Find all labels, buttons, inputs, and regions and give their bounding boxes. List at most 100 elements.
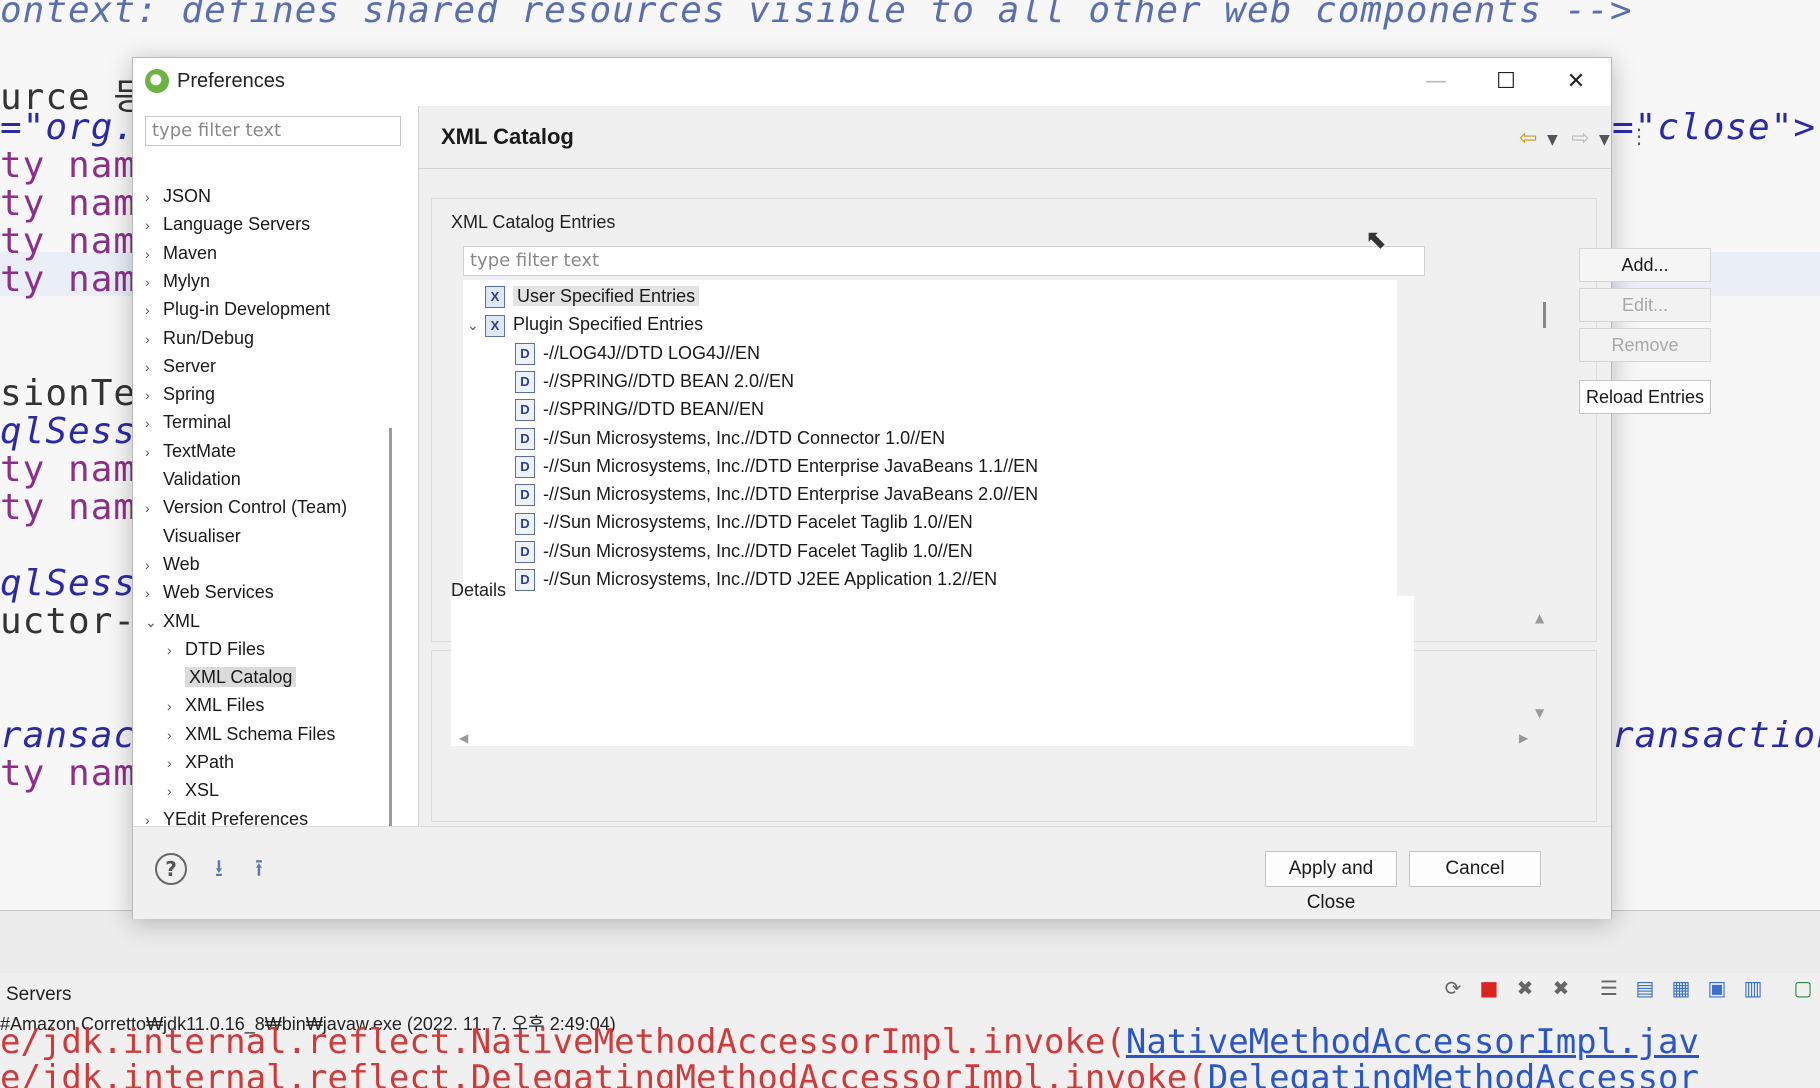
tree-item[interactable]: › TextMate [145,437,236,465]
chevron-down-icon[interactable]: ⌄ [467,311,485,339]
chevron-right-icon[interactable]: › [145,438,163,466]
tree-item[interactable]: Visualiser [145,522,241,550]
catalog-entry-row[interactable]: D -//Sun Microsystems, Inc.//DTD Enterpri… [515,452,1038,480]
close-button[interactable]: ✕ [1541,58,1611,106]
tree-item[interactable]: › XSL [167,776,219,804]
tree-item[interactable]: › XPath [167,748,234,776]
catalog-folder-icon: X [485,286,505,309]
chevron-right-icon[interactable]: › [145,381,163,409]
tree-item[interactable]: › Mylyn [145,267,210,295]
open-console-icon[interactable]: ▢ [1790,976,1816,1000]
chevron-right-icon[interactable]: › [145,211,163,239]
stop-icon[interactable]: ■ [1476,976,1502,1000]
remove-button[interactable]: Remove [1579,328,1711,362]
tree-item[interactable]: › Spring [145,380,215,408]
tree-item-label: Language Servers [163,214,311,235]
refresh-icon[interactable]: ⟳ [1440,976,1466,1000]
tree-item[interactable]: › Web [145,550,200,578]
tree-item[interactable]: › DTD Files [167,635,265,663]
tree-item[interactable]: › XML Files [167,691,264,719]
details-scroll-up-icon[interactable]: ▲ [1535,611,1544,625]
editor-line: ransac [0,715,137,756]
catalog-entry-row[interactable]: D -//Sun Microsystems, Inc.//DTD Connecto… [515,424,945,452]
catalog-entry-row[interactable]: ⌄ X Plugin Specified Entries [467,310,703,338]
export-preferences-icon[interactable]: ⭱ [243,855,275,881]
entries-scrollbar[interactable] [1543,302,1546,328]
catalog-entry-row[interactable]: D -//Sun Microsystems, Inc.//DTD Facelet … [515,537,973,565]
back-menu-chevron-icon[interactable]: ▼ [1547,132,1558,148]
details-text-area[interactable] [451,596,1414,746]
chevron-right-icon[interactable]: › [167,777,185,805]
back-arrow-icon[interactable]: ⇦ [1519,126,1537,151]
catalog-entry-row[interactable]: D -//LOG4J//DTD LOG4J//EN [515,339,760,367]
servers-tab[interactable]: Servers [6,984,71,1006]
tree-item[interactable]: › JSON [145,182,211,210]
catalog-entry-row[interactable]: D -//SPRING//DTD BEAN 2.0//EN [515,367,794,395]
chevron-down-icon[interactable]: ⌄ [145,608,163,636]
tree-item[interactable]: › Server [145,352,216,380]
clear-console-icon[interactable]: ☰ [1596,976,1622,1000]
chevron-right-icon[interactable]: › [145,494,163,522]
tree-item[interactable]: › Plug-in Development [145,295,330,323]
chevron-right-icon[interactable]: › [145,551,163,579]
tree-item[interactable]: › Language Servers [145,210,310,238]
tree-item[interactable]: › Maven [145,239,217,267]
apply-and-close-button[interactable]: Apply and Close [1265,851,1397,913]
chevron-right-icon[interactable]: › [145,579,163,607]
forward-arrow-icon[interactable]: ⇨ [1571,126,1589,151]
tree-item-label: Run/Debug [163,327,255,348]
chevron-right-icon[interactable]: › [145,353,163,381]
chevron-right-icon[interactable]: › [145,240,163,268]
tree-item[interactable]: › Version Control (Team) [145,493,347,521]
chevron-right-icon[interactable]: › [167,721,185,749]
tree-item[interactable]: › Web Services [145,578,274,606]
chevron-right-icon[interactable]: › [145,409,163,437]
maximize-button[interactable]: ☐ [1471,58,1541,106]
tree-item[interactable]: XML Catalog [167,663,297,691]
reload-entries-button[interactable]: Reload Entries [1579,380,1711,414]
stack-link[interactable]: DelegatingMethodAccessor [1208,1058,1699,1088]
stack-link[interactable]: NativeMethodAccessorImpl.jav [1126,1022,1699,1062]
details-scroll-left-icon[interactable]: ◀ [459,731,468,745]
tree-item[interactable]: › XML Schema Files [167,720,335,748]
word-wrap-icon[interactable]: ▦ [1668,976,1694,1000]
scroll-lock-icon[interactable]: ▤ [1632,976,1658,1000]
catalog-entry-row[interactable]: D -//Sun Microsystems, Inc.//DTD Enterpri… [515,480,1038,508]
view-menu-icon[interactable]: ⋮ [1629,124,1649,148]
tree-item[interactable]: ⌄ XML [145,607,200,635]
catalog-entry-row[interactable]: X User Specified Entries [467,282,700,310]
chevron-right-icon[interactable]: › [145,296,163,324]
pin-console-icon[interactable]: ▣ [1704,976,1730,1000]
chevron-right-icon[interactable]: › [167,749,185,777]
tree-item[interactable]: › Run/Debug [145,324,254,352]
tree-filter-input[interactable]: type filter text [145,116,401,146]
entries-filter-input[interactable]: type filter text [463,246,1425,276]
remove-all-icon[interactable]: ✖ [1548,976,1574,1000]
add-button[interactable]: Add... [1579,248,1711,282]
catalog-entry-row[interactable]: D -//Sun Microsystems, Inc.//DTD Facelet … [515,508,973,536]
minimize-button[interactable]: — [1401,58,1471,106]
import-preferences-icon[interactable]: ⭳ [203,855,235,881]
chevron-right-icon[interactable]: › [167,636,185,664]
details-scroll-down-icon[interactable]: ▼ [1535,706,1544,720]
catalog-entry-row[interactable]: D -//SPRING//DTD BEAN//EN [515,395,764,423]
cancel-button[interactable]: Cancel [1409,851,1541,887]
chevron-right-icon[interactable]: › [167,692,185,720]
chevron-right-icon[interactable]: › [145,325,163,353]
console-stack-line: e/jdk.internal.reflect.DelegatingMethodA… [0,1058,1699,1088]
editor-line: ="org. [0,107,137,148]
edit-button[interactable]: Edit... [1579,288,1711,322]
tree-item[interactable]: › Terminal [145,408,231,436]
remove-launch-icon[interactable]: ✖ [1512,976,1538,1000]
chevron-right-icon[interactable]: › [145,183,163,211]
tree-item[interactable]: Validation [145,465,241,493]
forward-menu-chevron-icon[interactable]: ▼ [1599,132,1610,148]
help-icon[interactable]: ? [155,853,187,885]
details-scroll-right-icon[interactable]: ▶ [1519,731,1528,745]
catalog-entry-row[interactable]: D -//Sun Microsystems, Inc.//DTD J2EE App… [515,565,997,593]
chevron-right-icon[interactable]: › [145,268,163,296]
dtd-file-icon: D [515,399,535,422]
tree-scrollbar[interactable] [389,428,392,858]
display-console-icon[interactable]: ▥ [1740,976,1766,1000]
tree-item-label: XML Catalog [185,667,297,688]
